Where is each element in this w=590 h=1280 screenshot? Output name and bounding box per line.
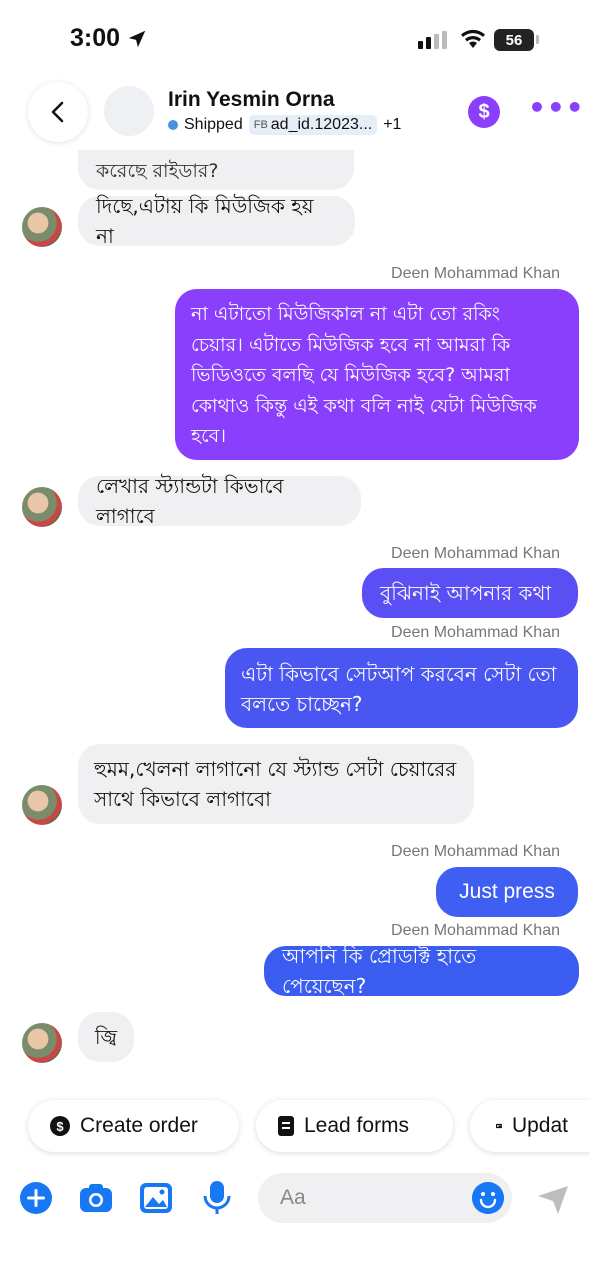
message-line: বলতে চাচ্ছেন?: [241, 692, 363, 716]
status-bar: 3:00 56: [0, 0, 590, 80]
contact-labels[interactable]: Shipped FB ad_id.12023... +1: [168, 115, 401, 135]
message-text: Just press: [459, 880, 555, 903]
ad-tag-text: ad_id.12023...: [270, 116, 373, 133]
dollar-circle-icon: $: [50, 1116, 70, 1136]
location-arrow-icon: [128, 30, 146, 47]
update-button[interactable]: Updat: [470, 1100, 590, 1152]
sender-avatar[interactable]: [22, 1023, 62, 1063]
message-line: চেয়ার। এটাতে মিউজিক হবে না আমরা কি: [191, 333, 511, 356]
message-line: হুমম,খেলনা লাগানো যে স্ট্যান্ড সেটা চেয়…: [94, 757, 457, 781]
microphone-icon[interactable]: [199, 1180, 235, 1216]
lead-forms-label: Lead forms: [304, 1114, 410, 1137]
message-outgoing[interactable]: না এটাতো মিউজিকাল না এটা তো রকিং চেয়ার।…: [175, 289, 579, 460]
create-order-button[interactable]: $ Create order: [28, 1100, 239, 1152]
fb-prefix: FB: [253, 119, 268, 131]
status-dot: [168, 120, 178, 130]
create-order-label: Create order: [80, 1114, 198, 1137]
extra-labels-count[interactable]: +1: [383, 116, 401, 134]
status-label: Shipped: [184, 116, 243, 133]
message-text: বুঝিনাই আপনার কথা: [380, 581, 552, 605]
message-input-placeholder: Aa: [280, 1186, 306, 1209]
message-outgoing[interactable]: Just press: [436, 867, 578, 917]
message-text: লেখার স্ট্যান্ডটা কিভাবে লাগাবে: [96, 474, 284, 528]
message-text: আপনি কি প্রোডাক্ট হাতে পেয়েছেন?: [282, 944, 477, 998]
message-line: ভিডিওতে বলছি যে মিউজিক হবে? আমরা: [191, 364, 510, 386]
sender-name: Deen Mohammad Khan: [391, 265, 560, 282]
sender-name: Deen Mohammad Khan: [391, 843, 560, 860]
emoji-icon[interactable]: [472, 1182, 504, 1214]
contact-avatar[interactable]: [104, 86, 154, 136]
dollar-icon[interactable]: $: [468, 96, 500, 128]
sender-name: Deen Mohammad Khan: [391, 624, 560, 641]
message-line: কোথাও কিন্তু এই কথা বলি নাই যেটা মিউজিক: [191, 394, 537, 417]
message-text: জ্বি: [94, 1025, 118, 1049]
card-icon: [496, 1123, 502, 1129]
lead-forms-button[interactable]: Lead forms: [256, 1100, 453, 1152]
ad-tag[interactable]: FB ad_id.12023...: [248, 115, 378, 135]
update-label: Updat: [511, 1114, 568, 1137]
battery-tip: [536, 35, 539, 44]
sender-avatar[interactable]: [22, 487, 62, 527]
message-incoming[interactable]: হুমম,খেলনা লাগানো যে স্ট্যান্ড সেটা চেয়…: [78, 744, 474, 824]
message-line: না এটাতো মিউজিকাল না এটা তো রকিং: [191, 303, 500, 325]
message-text: দিছে,এটায় কি মিউজিক হয় না: [96, 194, 314, 248]
camera-icon[interactable]: [78, 1180, 114, 1216]
plus-icon[interactable]: [18, 1180, 54, 1216]
more-dots-icon[interactable]: •••: [528, 94, 584, 124]
message-line: সাথে কিভাবে লাগাবো: [94, 787, 271, 811]
chevron-left-icon: [51, 101, 64, 123]
message-incoming[interactable]: দিছে,এটায় কি মিউজিক হয় না: [78, 194, 355, 248]
battery-level: 56: [505, 31, 523, 49]
battery-indicator: 56: [494, 29, 534, 51]
message-text: করেছে রাইডার?: [96, 160, 219, 182]
message-outgoing[interactable]: আপনি কি প্রোডাক্ট হাতে পেয়েছেন?: [264, 944, 579, 998]
send-icon[interactable]: [536, 1182, 570, 1216]
image-icon[interactable]: [138, 1180, 174, 1216]
sender-avatar[interactable]: [22, 207, 62, 247]
sender-name: Deen Mohammad Khan: [391, 922, 560, 939]
message-incoming-partial[interactable]: করেছে রাইডার?: [78, 150, 354, 190]
sender-avatar[interactable]: [22, 785, 62, 825]
message-outgoing[interactable]: বুঝিনাই আপনার কথা: [362, 568, 578, 618]
message-line: এটা কিভাবে সেটআপ করবেন সেটা তো: [241, 662, 557, 686]
clock-text: 3:00: [70, 24, 121, 52]
clock: 3:00: [70, 24, 148, 53]
signal-icon: [418, 31, 447, 49]
message-line: হবে।: [191, 425, 226, 447]
form-icon: [278, 1116, 294, 1136]
message-outgoing[interactable]: এটা কিভাবে সেটআপ করবেন সেটা তো বলতে চাচ্…: [225, 648, 578, 728]
sender-name: Deen Mohammad Khan: [391, 545, 560, 562]
wifi-icon: [461, 29, 485, 48]
contact-name[interactable]: Irin Yesmin Orna: [168, 88, 335, 112]
message-incoming[interactable]: জ্বি: [78, 1012, 134, 1062]
message-incoming[interactable]: লেখার স্ট্যান্ডটা কিভাবে লাগাবে: [78, 474, 361, 528]
back-button[interactable]: [28, 82, 88, 142]
